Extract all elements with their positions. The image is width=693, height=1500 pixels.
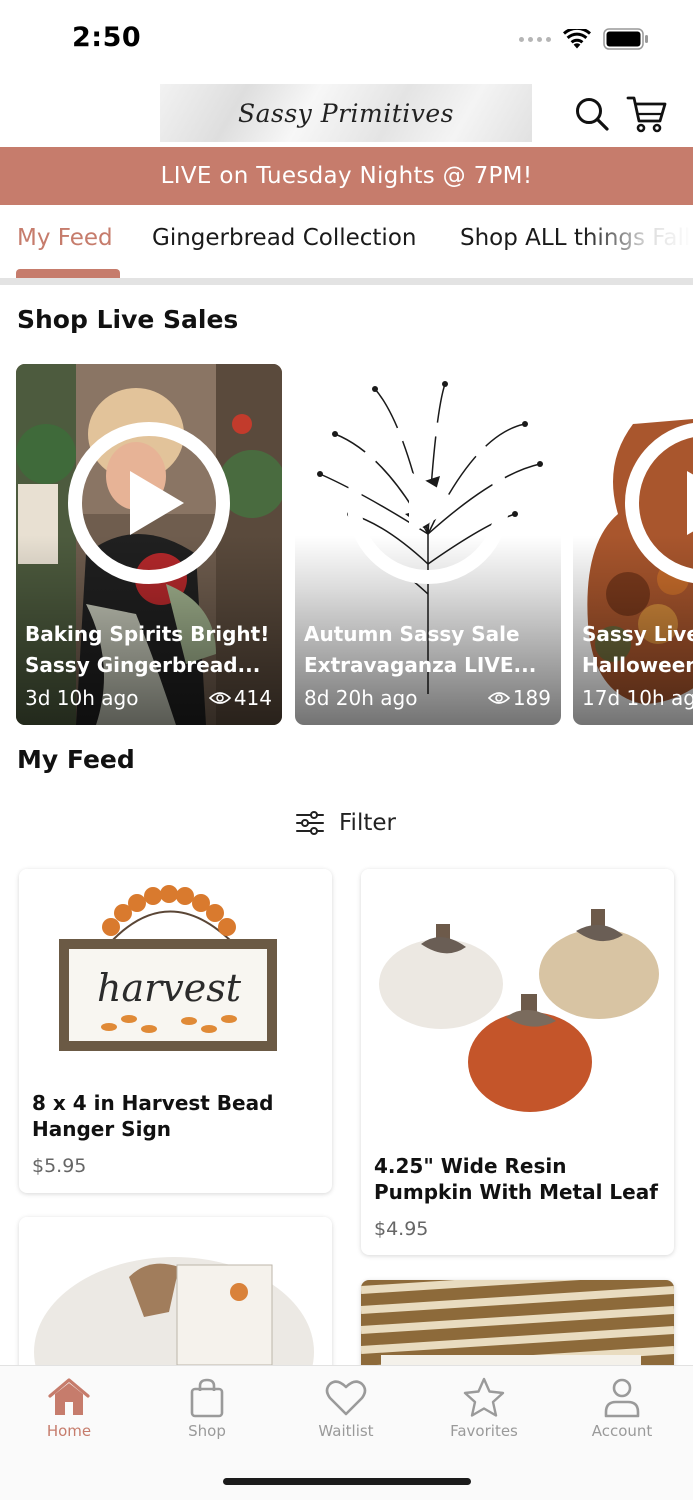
logo-text: Sassy Primitives bbox=[237, 98, 455, 128]
live-card-title-line1: Baking Spirits Bright! bbox=[25, 622, 270, 646]
live-sale-card[interactable]: Sassy Live! Halloween 17d 10h ago bbox=[573, 364, 693, 725]
live-card-age: 8d 20h ago bbox=[304, 686, 418, 710]
cart-button[interactable] bbox=[625, 92, 669, 136]
tab-my-feed[interactable]: My Feed bbox=[17, 225, 113, 251]
battery-icon bbox=[603, 28, 648, 50]
nav-label: Waitlist bbox=[318, 1422, 374, 1440]
my-feed-heading: My Feed bbox=[17, 745, 135, 774]
banner-text: LIVE on Tuesday Nights @ 7PM! bbox=[160, 163, 533, 189]
nav-label: Account bbox=[591, 1422, 653, 1440]
live-card-title-line1: Autumn Sassy Sale bbox=[304, 622, 520, 646]
product-image bbox=[361, 869, 674, 1139]
product-image bbox=[19, 1217, 332, 1377]
nav-label: Favorites bbox=[450, 1422, 518, 1440]
live-sales-carousel[interactable]: Baking Spirits Bright! Sassy Gingerbread… bbox=[0, 364, 693, 725]
status-bar: 2:50 bbox=[0, 0, 693, 80]
wifi-icon bbox=[563, 28, 591, 48]
nav-waitlist[interactable]: Waitlist bbox=[286, 1376, 406, 1440]
home-icon bbox=[48, 1378, 90, 1415]
product-card[interactable]: harvest 8 x 4 in Harvest Bead Hanger Sig… bbox=[19, 869, 332, 1193]
shopping-bag-icon bbox=[190, 1378, 224, 1418]
heart-icon bbox=[325, 1380, 367, 1416]
nav-shop[interactable]: Shop bbox=[147, 1376, 267, 1440]
tabs-divider bbox=[0, 278, 693, 285]
view-count-value: 189 bbox=[512, 686, 551, 710]
live-card-title-line2: Extravaganza LIVE... bbox=[304, 653, 537, 677]
tab-gingerbread-collection[interactable]: Gingerbread Collection bbox=[152, 225, 416, 251]
eye-icon bbox=[208, 692, 231, 704]
category-tabs: My Feed Gingerbread Collection Shop ALL … bbox=[0, 205, 693, 278]
status-time: 2:50 bbox=[72, 22, 142, 53]
live-card-title-line2: Sassy Gingerbread... bbox=[25, 653, 261, 677]
product-image-text: harvest bbox=[97, 966, 242, 1010]
live-sale-card[interactable]: Autumn Sassy Sale Extravaganza LIVE... 8… bbox=[295, 364, 561, 725]
view-count-value: 414 bbox=[233, 686, 272, 710]
live-card-meta: 8d 20h ago 189 bbox=[304, 686, 551, 710]
nav-favorites[interactable]: Favorites bbox=[424, 1376, 544, 1440]
cart-icon bbox=[626, 96, 667, 133]
nav-label: Shop bbox=[188, 1422, 226, 1440]
live-card-title-line1: Sassy Live! bbox=[582, 622, 693, 646]
view-count: 189 bbox=[487, 686, 551, 710]
play-icon bbox=[409, 471, 463, 535]
active-tab-indicator bbox=[16, 269, 120, 278]
person-icon bbox=[604, 1378, 640, 1418]
eye-icon bbox=[487, 692, 510, 704]
cellular-signal-icon bbox=[519, 36, 551, 42]
product-price: $5.95 bbox=[32, 1155, 87, 1177]
live-card-title-line2: Halloween bbox=[582, 653, 693, 677]
search-icon bbox=[576, 98, 609, 131]
filter-button[interactable]: Filter bbox=[295, 806, 396, 840]
play-icon bbox=[130, 471, 184, 535]
sliders-icon bbox=[296, 811, 324, 835]
live-sale-card[interactable]: Baking Spirits Bright! Sassy Gingerbread… bbox=[16, 364, 282, 725]
live-card-age: 3d 10h ago bbox=[25, 686, 139, 710]
store-logo[interactable]: Sassy Primitives bbox=[160, 84, 532, 142]
star-icon bbox=[463, 1377, 505, 1417]
home-indicator[interactable] bbox=[223, 1478, 471, 1485]
status-icons bbox=[519, 28, 649, 50]
live-banner[interactable]: LIVE on Tuesday Nights @ 7PM! bbox=[0, 147, 693, 205]
live-sales-heading: Shop Live Sales bbox=[17, 305, 239, 334]
filter-label: Filter bbox=[339, 810, 396, 836]
nav-account[interactable]: Account bbox=[562, 1376, 682, 1440]
view-count: 414 bbox=[208, 686, 272, 710]
product-name: 8 x 4 in Harvest Bead Hanger Sign bbox=[32, 1091, 274, 1141]
product-image: harvest bbox=[19, 869, 332, 1074]
app-header: Sassy Primitives bbox=[0, 80, 693, 147]
product-card[interactable]: 4.25" Wide Resin Pumpkin With Metal Leaf… bbox=[361, 869, 674, 1255]
live-card-meta: 3d 10h ago 414 bbox=[25, 686, 272, 710]
tabs-fade bbox=[583, 205, 693, 278]
search-button[interactable] bbox=[570, 92, 614, 136]
nav-home[interactable]: Home bbox=[9, 1376, 129, 1440]
product-price: $4.95 bbox=[374, 1218, 429, 1240]
nav-label: Home bbox=[46, 1422, 92, 1440]
product-name: 4.25" Wide Resin Pumpkin With Metal Leaf bbox=[374, 1154, 658, 1204]
play-icon bbox=[687, 471, 693, 535]
live-card-meta: 17d 10h ago bbox=[582, 686, 693, 710]
live-card-age: 17d 10h ago bbox=[582, 686, 693, 710]
product-card[interactable] bbox=[19, 1217, 332, 1377]
